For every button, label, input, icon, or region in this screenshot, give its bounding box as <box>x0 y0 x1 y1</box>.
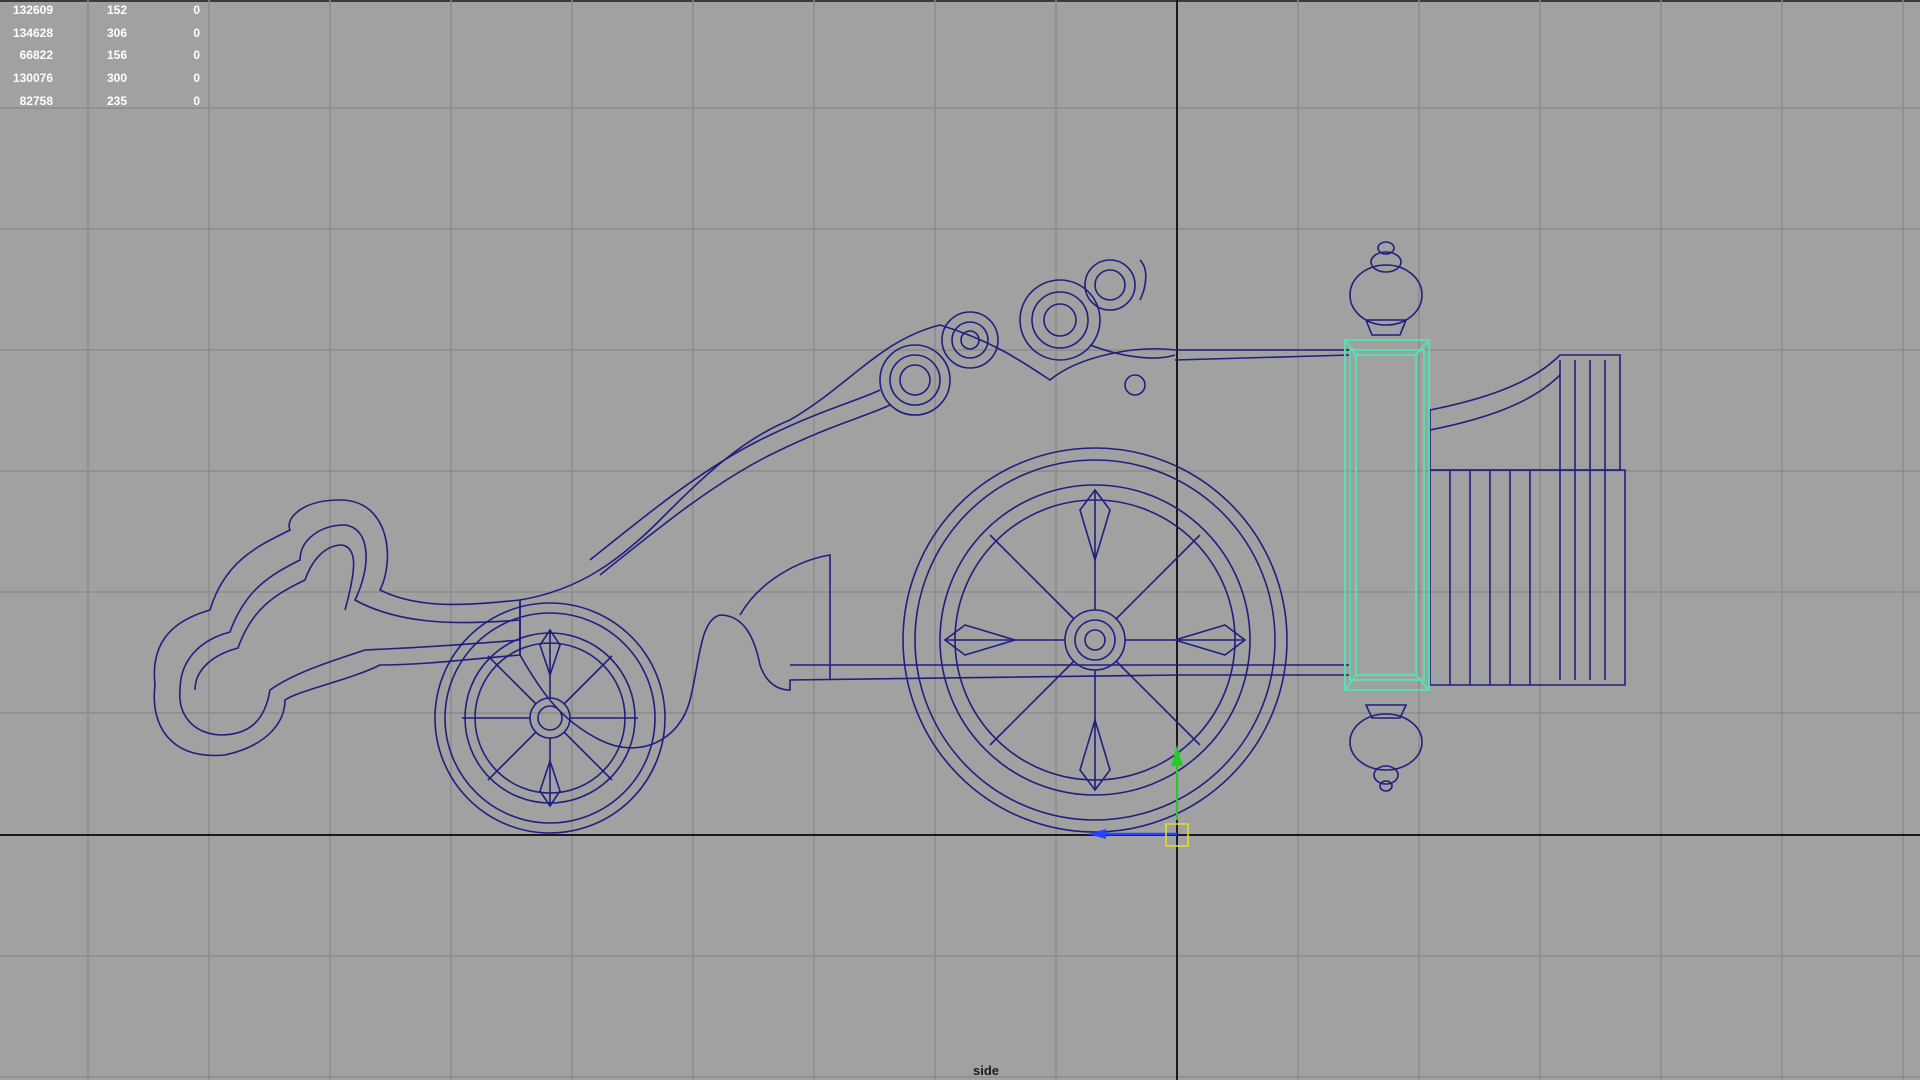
hud-stat-value: 0 <box>193 3 200 17</box>
hud-stat-row: 82758 235 0 <box>0 94 210 108</box>
grid-lines <box>0 0 1920 1080</box>
front-wheel <box>902 447 1288 833</box>
hud-stat-value: 132609 <box>12 3 53 17</box>
world-axes <box>0 0 1920 1080</box>
vertical-post-selected[interactable] <box>1344 339 1430 691</box>
hud-stat-value: 300 <box>106 71 127 86</box>
hud-stat-value: 152 <box>106 3 127 17</box>
carriage-top-edge <box>1174 354 1351 361</box>
barrel-mouth <box>1429 354 1626 686</box>
hud-stat-value: 0 <box>193 48 200 63</box>
bottom-finial <box>1349 704 1423 792</box>
hud-stat-value: 0 <box>193 25 200 40</box>
top-finial <box>1349 241 1423 336</box>
hud-stat-row: 66822 156 0 <box>0 48 210 62</box>
rear-wheel <box>434 602 666 834</box>
cannon-wireframe[interactable] <box>153 241 1626 834</box>
camera-label: side <box>972 1063 999 1078</box>
ornament-scrolls <box>589 259 1176 576</box>
hud-stat-value: 82758 <box>19 93 53 108</box>
hud-stat-row: 130076 300 0 <box>0 71 210 85</box>
hud-stat-row: 134628 306 0 <box>0 26 210 40</box>
carriage-cheek <box>739 554 831 680</box>
hud-stat-value: 156 <box>106 48 127 63</box>
hud-stat-value: 0 <box>193 71 200 86</box>
side-viewport[interactable]: 132609 152 0 134628 306 0 66822 156 0 130076 300 0 8… <box>0 0 1920 1080</box>
hud-stat-value: 0 <box>193 93 200 108</box>
hud-stat-value: 306 <box>106 25 127 40</box>
viewport-canvas[interactable] <box>0 0 1920 1080</box>
trail-inner <box>179 524 521 736</box>
hud-stat-value: 66822 <box>19 48 53 63</box>
hud-stat-row: 132609 152 0 <box>0 3 210 17</box>
hud-stat-value: 235 <box>106 93 127 108</box>
hud-stat-value: 134628 <box>12 25 53 40</box>
hud-stat-value: 130076 <box>12 71 53 86</box>
